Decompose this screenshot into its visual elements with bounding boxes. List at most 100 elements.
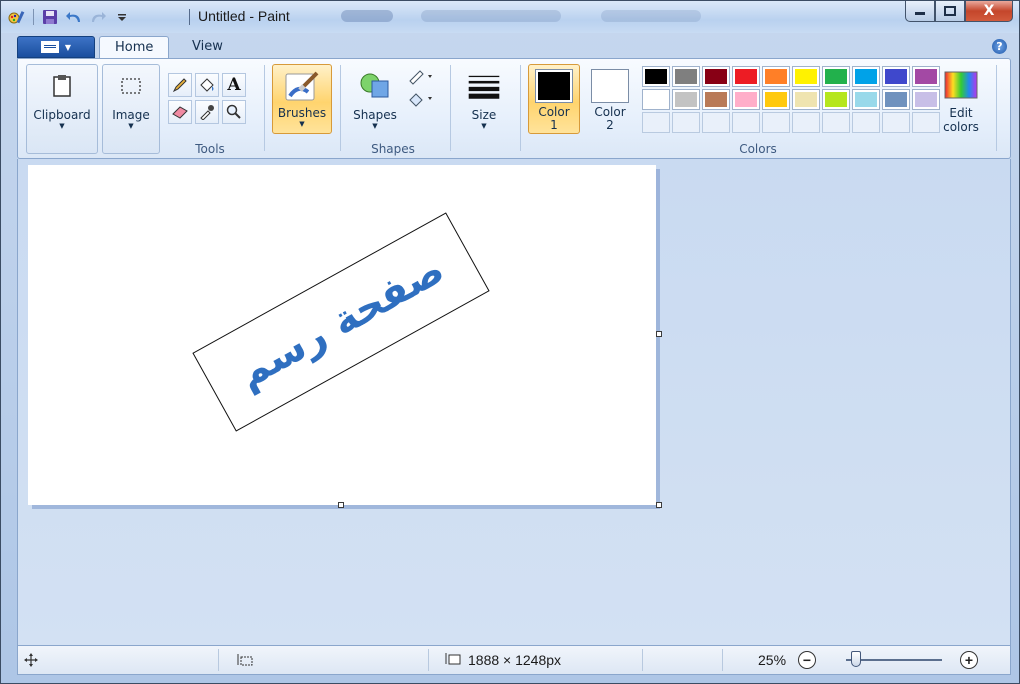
blurred-region bbox=[421, 10, 561, 22]
palette-empty-slot[interactable] bbox=[882, 112, 910, 133]
fill-icon[interactable] bbox=[195, 73, 219, 97]
zoom-level: 25% bbox=[758, 652, 787, 668]
palette-color[interactable] bbox=[882, 66, 910, 87]
palette-color[interactable] bbox=[852, 89, 880, 110]
group-separator bbox=[340, 65, 341, 151]
text-icon[interactable]: A bbox=[222, 73, 246, 97]
resize-handle-corner[interactable] bbox=[656, 502, 662, 508]
tab-view[interactable]: View bbox=[177, 36, 238, 58]
canvas-workspace: صفحة رسم bbox=[17, 159, 1011, 645]
chevron-down-icon: ▼ bbox=[481, 122, 487, 130]
color1-button[interactable]: Color 1 bbox=[528, 64, 580, 134]
colors-group-label: Colors bbox=[739, 142, 777, 156]
eraser-icon[interactable] bbox=[168, 100, 192, 124]
brush-icon bbox=[282, 68, 322, 104]
resize-handle-right[interactable] bbox=[656, 331, 662, 337]
customize-qat-icon[interactable] bbox=[112, 7, 132, 27]
blurred-region bbox=[341, 10, 393, 22]
palette-color[interactable] bbox=[792, 66, 820, 87]
chevron-down-icon: ▼ bbox=[64, 42, 72, 52]
palette-color[interactable] bbox=[732, 89, 760, 110]
drawn-arabic-text: صفحة رسم bbox=[230, 246, 452, 398]
palette-color[interactable] bbox=[882, 89, 910, 110]
tab-home[interactable]: Home bbox=[99, 36, 170, 58]
resize-handle-bottom[interactable] bbox=[338, 502, 344, 508]
palette-color[interactable] bbox=[762, 89, 790, 110]
palette-empty-slot[interactable] bbox=[642, 112, 670, 133]
status-bar: 1888 × 1248px 25% − + bbox=[17, 645, 1011, 675]
tools-grid: A bbox=[168, 73, 246, 124]
palette-empty-slot[interactable] bbox=[762, 112, 790, 133]
palette-color[interactable] bbox=[912, 89, 940, 110]
palette-empty-slot[interactable] bbox=[822, 112, 850, 133]
palette-color[interactable] bbox=[672, 66, 700, 87]
edit-colors-label-line1: Edit bbox=[949, 106, 973, 120]
close-button[interactable]: X bbox=[965, 1, 1013, 22]
paint-app-icon[interactable] bbox=[7, 7, 27, 27]
palette-color[interactable] bbox=[822, 89, 850, 110]
size-button[interactable]: Size ▼ bbox=[458, 64, 510, 134]
color-picker-icon[interactable] bbox=[195, 100, 219, 124]
redo-icon[interactable] bbox=[88, 7, 108, 27]
magnifier-icon[interactable] bbox=[222, 100, 246, 124]
palette-empty-slot[interactable] bbox=[792, 112, 820, 133]
qat-separator bbox=[33, 9, 34, 25]
ribbon-home: Clipboard ▼ Image ▼ A Tools Brushes ▼ Sh… bbox=[17, 58, 1011, 159]
undo-icon[interactable] bbox=[64, 7, 84, 27]
palette-color[interactable] bbox=[642, 66, 670, 87]
palette-color[interactable] bbox=[852, 66, 880, 87]
status-divider bbox=[642, 649, 643, 671]
group-separator bbox=[520, 65, 521, 151]
minimize-button[interactable] bbox=[905, 1, 935, 22]
zoom-in-button[interactable]: + bbox=[960, 651, 978, 669]
group-separator bbox=[264, 65, 265, 151]
brushes-button[interactable]: Brushes ▼ bbox=[272, 64, 332, 134]
save-icon[interactable] bbox=[40, 7, 60, 27]
zoom-slider-thumb[interactable] bbox=[850, 651, 861, 667]
zoom-out-button[interactable]: − bbox=[798, 651, 816, 669]
color1-swatch bbox=[535, 69, 573, 103]
application-menu-button[interactable]: ▼ bbox=[17, 36, 95, 58]
quick-access-toolbar bbox=[7, 6, 132, 28]
maximize-button[interactable] bbox=[935, 1, 965, 22]
paint-window: Untitled - Paint X ▼ Home View ? Clipboa… bbox=[0, 0, 1020, 684]
palette-empty-slot[interactable] bbox=[732, 112, 760, 133]
status-divider bbox=[722, 649, 723, 671]
chevron-down-icon: ▼ bbox=[372, 122, 378, 130]
clipboard-button[interactable]: Clipboard ▼ bbox=[26, 64, 98, 154]
outline-button[interactable] bbox=[406, 69, 440, 88]
edit-colors-button[interactable]: Edit colors bbox=[938, 64, 984, 136]
group-separator bbox=[450, 65, 451, 151]
drawing-canvas[interactable]: صفحة رسم bbox=[28, 165, 656, 505]
palette-empty-slot[interactable] bbox=[852, 112, 880, 133]
palette-color[interactable] bbox=[912, 66, 940, 87]
edit-colors-icon bbox=[943, 69, 979, 101]
selection-size-icon bbox=[236, 646, 254, 674]
palette-color[interactable] bbox=[762, 66, 790, 87]
palette-color[interactable] bbox=[822, 66, 850, 87]
palette-color[interactable] bbox=[702, 66, 730, 87]
color2-number: 2 bbox=[606, 118, 614, 132]
pencil-icon[interactable] bbox=[168, 73, 192, 97]
image-size-text: 1888 × 1248px bbox=[468, 652, 562, 668]
help-icon[interactable]: ? bbox=[992, 39, 1007, 54]
fill-shape-button[interactable] bbox=[406, 91, 440, 110]
status-divider bbox=[218, 649, 219, 671]
clipboard-label: Clipboard bbox=[33, 108, 91, 122]
palette-color[interactable] bbox=[702, 89, 730, 110]
color2-swatch bbox=[591, 69, 629, 103]
color1-number: 1 bbox=[550, 118, 558, 132]
palette-empty-slot[interactable] bbox=[702, 112, 730, 133]
color2-button[interactable]: Color 2 bbox=[584, 64, 636, 134]
shapes-group-label: Shapes bbox=[371, 142, 415, 156]
shapes-button[interactable]: Shapes ▼ bbox=[346, 64, 404, 134]
palette-empty-slot[interactable] bbox=[912, 112, 940, 133]
palette-color[interactable] bbox=[792, 89, 820, 110]
palette-color[interactable] bbox=[732, 66, 760, 87]
title-divider bbox=[189, 9, 190, 25]
palette-color[interactable] bbox=[672, 89, 700, 110]
palette-color[interactable] bbox=[642, 89, 670, 110]
image-button[interactable]: Image ▼ bbox=[102, 64, 160, 154]
image-size-cell: 1888 × 1248px bbox=[444, 646, 561, 674]
palette-empty-slot[interactable] bbox=[672, 112, 700, 133]
